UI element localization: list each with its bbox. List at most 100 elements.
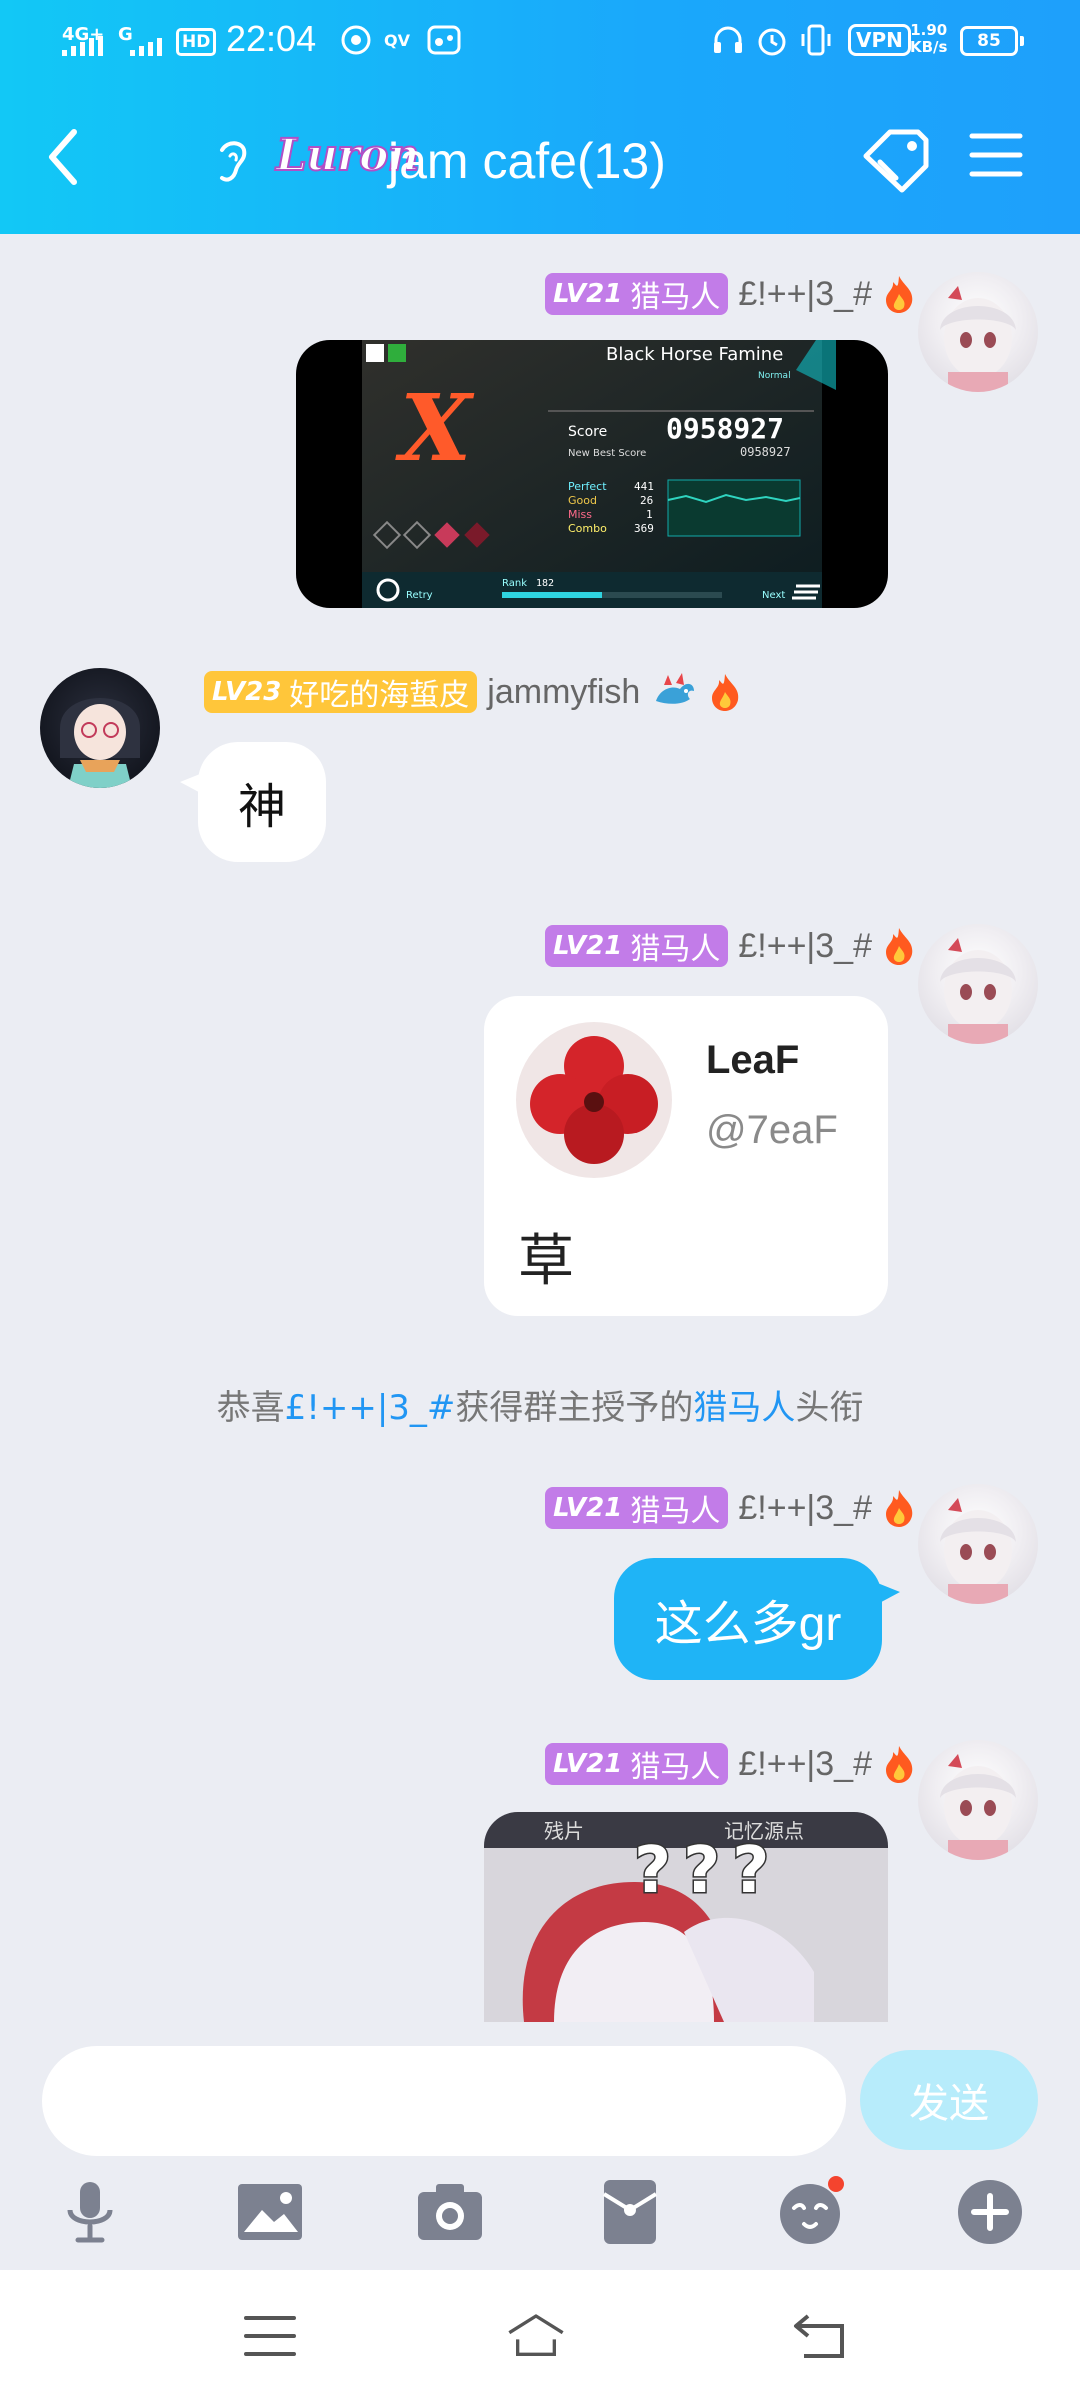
- send-button-label: 发送: [909, 2081, 989, 2127]
- level-number-5: LV21: [553, 1749, 623, 1779]
- miss-label: Miss: [568, 508, 592, 521]
- my-avatar-2[interactable]: [918, 924, 1038, 1044]
- image-message[interactable]: 残片 记忆源点 ???: [484, 1812, 888, 2022]
- best-label: New Best Score: [568, 448, 646, 459]
- avatar-illustration: [940, 286, 1016, 392]
- score-label: Score: [568, 424, 607, 440]
- svg-text:QV: QV: [384, 31, 411, 50]
- level-number: LV21: [553, 279, 623, 309]
- my-avatar-4[interactable]: [918, 1740, 1038, 1860]
- combo-count: 369: [634, 522, 654, 535]
- message-bubble[interactable]: 神: [198, 742, 326, 862]
- sender-line-3: LV21 猎马人 £!++|3_#: [545, 924, 916, 968]
- hd-badge: HD: [176, 28, 217, 56]
- microphone-icon[interactable]: [54, 2176, 126, 2248]
- menu-icon[interactable]: [968, 130, 1024, 180]
- title-badge-4: 猎马人: [630, 1494, 721, 1529]
- image-icon[interactable]: [234, 2176, 306, 2248]
- good-count: 26: [640, 494, 653, 507]
- alarm-icon: [758, 28, 786, 56]
- tag-icon[interactable]: [860, 126, 932, 196]
- qv-icon: QV: [384, 31, 411, 50]
- sender-name[interactable]: £!++|3_#: [738, 275, 872, 314]
- next-label: Next: [762, 590, 785, 601]
- battery-icon: 85: [960, 26, 1024, 56]
- message-input[interactable]: [42, 2046, 846, 2156]
- battery-level: 85: [977, 31, 1001, 51]
- back-nav-icon[interactable]: [790, 2308, 850, 2364]
- notice-prefix: 恭喜: [216, 1388, 285, 1428]
- my-avatar[interactable]: [918, 272, 1038, 392]
- notice-title: 猎马人: [693, 1388, 796, 1428]
- back-icon[interactable]: [40, 122, 90, 192]
- headphones-icon: [714, 26, 742, 53]
- home-icon[interactable]: [506, 2308, 566, 2364]
- network-speed-value: 1.90: [910, 21, 948, 39]
- song-title: Black Horse Famine: [606, 344, 783, 365]
- message-bubble-2[interactable]: 这么多gr: [614, 1558, 882, 1680]
- rank-label: Rank: [502, 578, 527, 589]
- vibrate-icon: [801, 24, 831, 56]
- retry-label: Retry: [406, 590, 433, 601]
- fire-icon-5: [886, 1746, 913, 1783]
- sender-name-5[interactable]: £!++|3_#: [738, 1745, 872, 1784]
- share-handle: @7eaF: [706, 1108, 838, 1152]
- notice-suffix: 头衔: [795, 1388, 864, 1428]
- plus-icon[interactable]: [954, 2176, 1026, 2248]
- red-packet-icon[interactable]: [594, 2176, 666, 2248]
- avatar-illustration-2: [60, 698, 140, 788]
- level-badge-5[interactable]: LV21 猎马人: [545, 1743, 729, 1785]
- dragon-icon: [656, 673, 695, 704]
- my-avatar-3[interactable]: [918, 1484, 1038, 1604]
- title-badge-5: 猎马人: [630, 1750, 721, 1785]
- ear-icon[interactable]: [210, 138, 254, 186]
- fire-icon: [886, 276, 913, 313]
- sender-name-3[interactable]: £!++|3_#: [738, 927, 872, 966]
- notice-user[interactable]: £!++|3_#: [285, 1388, 456, 1428]
- level-badge-4[interactable]: LV21 猎马人: [545, 1487, 729, 1529]
- fire-icon-4: [886, 1490, 913, 1527]
- emoji-icon[interactable]: [774, 2176, 846, 2248]
- title-badge-3: 猎马人: [630, 932, 721, 967]
- score-screenshot-image: Black Horse Famine Normal X Score 095892…: [362, 340, 836, 608]
- page-title[interactable]: jam cafe(13): [388, 132, 666, 190]
- message-text-2: 这么多gr: [654, 1598, 842, 1651]
- miss-count: 1: [646, 508, 653, 521]
- sender-name-4[interactable]: £!++|3_#: [738, 1489, 872, 1528]
- question-marks: ???: [634, 1834, 781, 1908]
- avatar-illustration-3: [940, 938, 1016, 1044]
- level-number-3: LV21: [553, 931, 623, 961]
- network-speed: 1.90 KB/s: [910, 22, 947, 56]
- network-speed-unit: KB/s: [910, 38, 948, 56]
- camera-icon[interactable]: [414, 2176, 486, 2248]
- share-avatar[interactable]: [516, 1022, 672, 1178]
- sender-avatar[interactable]: [40, 668, 160, 788]
- recents-icon[interactable]: [240, 2308, 300, 2364]
- sender-line-2: LV23 好吃的海蜇皮 jammyfish: [204, 670, 742, 714]
- title-badge: 猎马人: [630, 280, 721, 315]
- sender-line: LV21 猎马人 £!++|3_#: [545, 272, 916, 316]
- send-button[interactable]: 发送: [860, 2050, 1038, 2150]
- top-bar: 4G+ G HD 22:04 QV VPN 1.90 KB/s 85 Luron…: [0, 0, 1080, 234]
- rank-value: 182: [536, 578, 554, 589]
- score-value: 0958927: [666, 412, 784, 445]
- level-number-2: LV23: [212, 677, 282, 707]
- share-card[interactable]: LeaF @7eaF 草: [484, 996, 888, 1316]
- vpn-badge: VPN: [848, 24, 911, 56]
- grade-letter: X: [395, 374, 475, 482]
- image-message-content: 残片 记忆源点 ???: [484, 1812, 888, 2022]
- level-badge[interactable]: LV21 猎马人: [545, 273, 729, 315]
- sender-line-5: LV21 猎马人 £!++|3_#: [545, 1742, 916, 1786]
- level-badge-3[interactable]: LV21 猎马人: [545, 925, 729, 967]
- image-left-text: 残片: [544, 1819, 584, 1843]
- sync-icon: [341, 25, 371, 55]
- score-screenshot[interactable]: Black Horse Famine Normal X Score 095892…: [296, 340, 888, 608]
- signal-icon-2: [130, 36, 162, 56]
- fire-icon-3: [886, 928, 913, 965]
- status-bar: 4G+ G HD 22:04 QV VPN 1.90 KB/s 85: [0, 14, 1080, 70]
- level-badge-2[interactable]: LV23 好吃的海蜇皮: [204, 671, 478, 713]
- perfect-label: Perfect: [568, 480, 607, 493]
- best-value: 0958927: [740, 445, 791, 459]
- system-notice: 恭喜£!++|3_#获得群主授予的猎马人头衔: [0, 1380, 1080, 1429]
- sender-name-2[interactable]: jammyfish: [487, 673, 640, 712]
